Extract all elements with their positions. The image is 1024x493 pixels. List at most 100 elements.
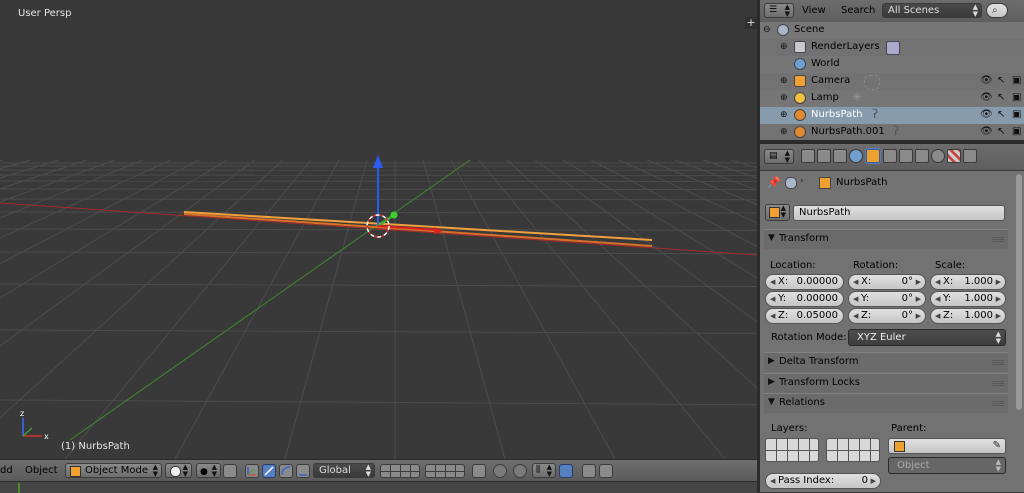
outliner-search-menu[interactable]: Search (841, 5, 875, 16)
pivot-snap-icon[interactable] (223, 464, 237, 478)
renderability-camera-icon[interactable]: ▣ (1012, 126, 1021, 137)
expand-icon[interactable]: ⊕ (780, 93, 788, 103)
gizmo-z-arrow-head[interactable] (373, 155, 383, 168)
translate-icon[interactable] (262, 464, 276, 478)
increment-arrow-icon[interactable]: ▶ (916, 309, 921, 323)
outliner-row-renderlayers[interactable]: ⊕ RenderLayers (760, 39, 1024, 56)
location-z-field[interactable]: ◀ Z: 0.05000 (765, 308, 844, 324)
decrement-arrow-icon[interactable]: ◀ (770, 292, 775, 306)
outliner-row-camera[interactable]: ⊕ Camera 👁 ↖ ▣ (760, 73, 1024, 90)
panel-drag-grip[interactable] (992, 381, 1004, 386)
decrement-arrow-icon[interactable]: ◀ (770, 275, 775, 289)
manipulator-toggle-icon[interactable] (245, 464, 259, 478)
scene-layers-1[interactable] (380, 464, 420, 478)
outliner-row-lamp[interactable]: ⊕ Lamp ✳ 👁 ↖ ▣ (760, 90, 1024, 107)
relations-panel-header[interactable]: ▼ Relations (764, 393, 1008, 413)
rotation-y-field[interactable]: ◀ Y: 0° ▶ (848, 291, 926, 307)
increment-arrow-icon[interactable]: ▶ (916, 275, 921, 289)
transform-locks-panel-header[interactable]: ▶ Transform Locks (764, 373, 1008, 393)
texture-tab-icon[interactable] (947, 149, 961, 163)
increment-arrow-icon[interactable]: ▶ (996, 275, 1001, 289)
expand-icon[interactable]: ⊕ (780, 110, 788, 120)
snap-target-icon[interactable] (559, 464, 573, 478)
outliner-view-menu[interactable]: View (802, 5, 826, 16)
properties-scrollbar[interactable] (1016, 174, 1022, 410)
decrement-arrow-icon[interactable]: ◀ (935, 275, 940, 289)
world-tab-icon[interactable] (849, 149, 863, 163)
parent-type-select[interactable]: Object ▲▼ (888, 457, 1006, 474)
panel-drag-grip[interactable] (992, 401, 1004, 406)
renderability-camera-icon[interactable]: ▣ (1012, 75, 1021, 86)
parent-field[interactable]: ✎ (888, 438, 1006, 454)
expand-icon[interactable]: ⊕ (780, 42, 788, 52)
viewport-shading-select[interactable]: ▲▼ (165, 463, 192, 478)
panel-drag-grip[interactable] (992, 237, 1004, 242)
pass-index-field[interactable]: ◀ Pass Index: 0 ▶ (765, 473, 881, 489)
object-menu[interactable]: Object (25, 465, 58, 476)
decrement-arrow-icon[interactable]: ◀ (770, 309, 775, 323)
decrement-arrow-icon[interactable]: ◀ (853, 292, 858, 306)
material-tab-icon[interactable] (931, 149, 945, 163)
location-y-field[interactable]: ◀ Y: 0.00000 (765, 291, 844, 307)
increment-arrow-icon[interactable]: ▶ (996, 292, 1001, 306)
expand-icon[interactable]: ⊖ (763, 25, 771, 35)
object-browse-button[interactable]: ▲▼ (765, 204, 790, 221)
rotation-mode-select[interactable]: XYZ Euler ▲▼ (848, 329, 1006, 346)
scale-x-field[interactable]: ◀ X: 1.000 ▶ (930, 274, 1006, 290)
physics-tab-icon[interactable] (963, 149, 977, 163)
eyedropper-icon[interactable]: ✎ (993, 439, 1001, 453)
proportional-falloff-icon[interactable] (513, 464, 527, 478)
visibility-eye-icon[interactable]: 👁 (980, 126, 993, 137)
constraints-tab-icon[interactable] (883, 149, 897, 163)
curve-data-tab-icon[interactable] (915, 149, 929, 163)
3d-viewport[interactable]: z x User Persp (1) NurbsPath + (0, 0, 757, 459)
decrement-arrow-icon[interactable]: ◀ (853, 275, 858, 289)
scale-y-field[interactable]: ◀ Y: 1.000 ▶ (930, 291, 1006, 307)
delta-transform-panel-header[interactable]: ▶ Delta Transform (764, 352, 1008, 372)
scale-z-field[interactable]: ◀ Z: 1.000 ▶ (930, 308, 1006, 324)
modifiers-tab-icon[interactable] (899, 149, 913, 163)
opengl-render-icon[interactable] (582, 464, 596, 478)
rotation-x-field[interactable]: ◀ X: 0° ▶ (848, 274, 926, 290)
pin-icon[interactable]: 📌 (767, 176, 781, 189)
opengl-animation-icon[interactable] (599, 464, 613, 478)
object-tab-icon[interactable] (866, 149, 880, 163)
decrement-arrow-icon[interactable]: ◀ (935, 309, 940, 323)
outliner-row-nurbspath[interactable]: ⊕ NurbsPath ʔ 👁 ↖ ▣ (760, 107, 1024, 124)
decrement-arrow-icon[interactable]: ◀ (853, 309, 858, 323)
increment-arrow-icon[interactable]: ▶ (871, 474, 876, 488)
pivot-point-select[interactable]: ● ▲▼ (196, 463, 221, 478)
scale-icon[interactable] (296, 464, 310, 478)
increment-arrow-icon[interactable]: ▶ (996, 309, 1001, 323)
object-name-field[interactable]: NurbsPath (793, 205, 1005, 221)
rotate-icon[interactable] (279, 464, 293, 478)
selectability-cursor-icon[interactable]: ↖ (997, 126, 1005, 137)
object-layers-grid-1[interactable] (765, 438, 819, 462)
outliner-row-world[interactable]: World (760, 56, 1024, 73)
outliner-row-scene[interactable]: ⊖ Scene (760, 22, 1024, 39)
decrement-arrow-icon[interactable]: ◀ (935, 292, 940, 306)
visibility-eye-icon[interactable]: 👁 (980, 109, 993, 120)
transform-panel-header[interactable]: ▼ Transform (764, 229, 1008, 249)
selectability-cursor-icon[interactable]: ↖ (997, 109, 1005, 120)
mode-select[interactable]: Object Mode ▲▼ (65, 463, 162, 478)
scene-tab-icon[interactable] (833, 149, 847, 163)
gizmo-y-arrow-head[interactable] (391, 212, 398, 219)
object-layers-grid-2[interactable] (826, 438, 880, 462)
orientation-select[interactable]: Global ▲▼ (313, 463, 375, 478)
expand-icon[interactable]: ⊕ (780, 76, 788, 86)
expand-icon[interactable]: ⊕ (780, 127, 788, 137)
selectability-cursor-icon[interactable]: ↖ (997, 75, 1005, 86)
editor-type-select[interactable]: ☰ ▲▼ (764, 3, 794, 18)
renderability-camera-icon[interactable]: ▣ (1012, 109, 1021, 120)
render-layer-icon[interactable] (472, 464, 486, 478)
selectability-cursor-icon[interactable]: ↖ (997, 92, 1005, 103)
increment-arrow-icon[interactable]: ▶ (916, 292, 921, 306)
scene-layers-2[interactable] (425, 464, 465, 478)
rotation-z-field[interactable]: ◀ Z: 0° ▶ (848, 308, 926, 324)
panel-drag-grip[interactable] (992, 360, 1004, 365)
scene-filter-select[interactable]: All Scenes ▲▼ (882, 3, 982, 18)
render-layers-tab-icon[interactable] (817, 149, 831, 163)
visibility-eye-icon[interactable]: 👁 (980, 75, 993, 86)
snap-element-select[interactable]: ⫼ ▲▼ (532, 463, 556, 478)
